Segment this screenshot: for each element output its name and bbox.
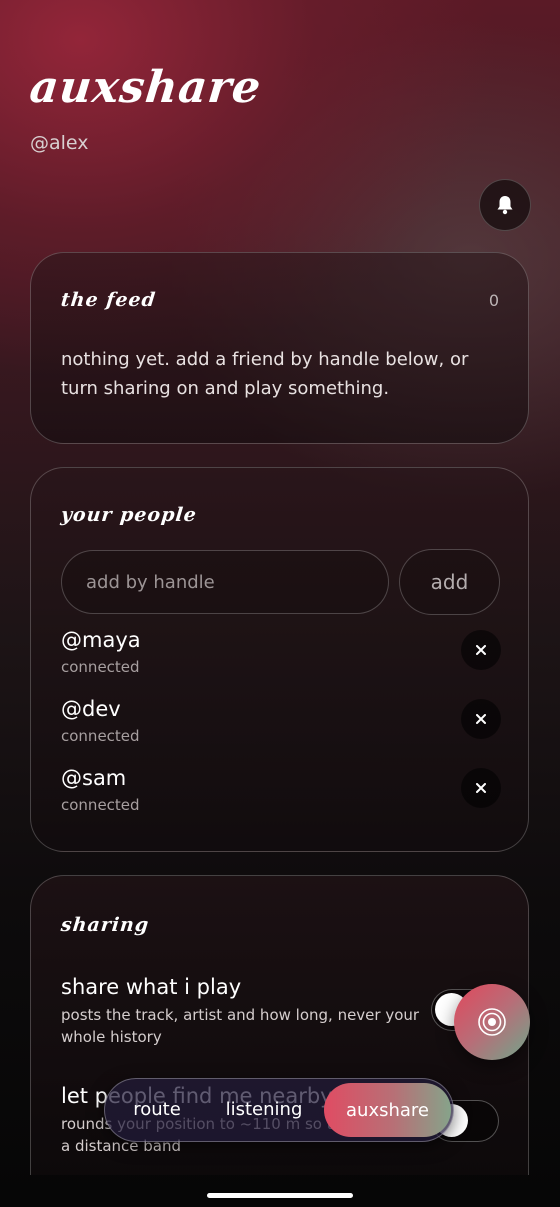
remove-person-button[interactable] (461, 768, 501, 808)
remove-person-button[interactable] (461, 699, 501, 739)
person-handle: @sam (61, 766, 127, 790)
tab-auxshare[interactable]: auxshare (324, 1083, 451, 1137)
share-playing-description: posts the track, artist and how long, ne… (61, 1006, 420, 1046)
remove-person-button[interactable] (461, 630, 501, 670)
home-indicator[interactable] (207, 1193, 353, 1198)
tab-route[interactable]: route (113, 1079, 201, 1140)
app-title: auxshare (27, 62, 264, 113)
close-icon (476, 714, 486, 724)
people-card: your people add @maya connected @dev con… (30, 467, 529, 852)
sharing-title: sharing (59, 914, 151, 936)
add-button[interactable]: add (399, 549, 500, 615)
person-status: connected (61, 658, 140, 676)
bottom-tab-bar: route listening auxshare (104, 1078, 454, 1142)
close-icon (476, 783, 486, 793)
user-handle: @alex (30, 132, 89, 154)
close-icon (476, 645, 486, 655)
tab-listening[interactable]: listening (205, 1079, 323, 1140)
person-row: @maya connected (61, 628, 501, 684)
person-handle: @maya (61, 628, 141, 652)
feed-card: the feed 0 nothing yet. add a friend by … (30, 252, 529, 444)
broadcast-fab[interactable] (454, 984, 530, 1060)
people-title: your people (59, 504, 198, 526)
notifications-button[interactable] (479, 179, 531, 231)
add-handle-input[interactable] (61, 550, 389, 614)
feed-empty-message: nothing yet. add a friend by handle belo… (61, 349, 469, 399)
person-status: connected (61, 796, 140, 814)
person-row: @sam connected (61, 766, 501, 822)
person-row: @dev connected (61, 697, 501, 753)
share-playing-title: share what i play (61, 975, 242, 999)
feed-count: 0 (488, 291, 499, 310)
person-handle: @dev (61, 697, 121, 721)
feed-title: the feed (59, 289, 158, 311)
person-status: connected (61, 727, 140, 745)
broadcast-icon (478, 1008, 506, 1036)
bell-icon (497, 196, 513, 215)
